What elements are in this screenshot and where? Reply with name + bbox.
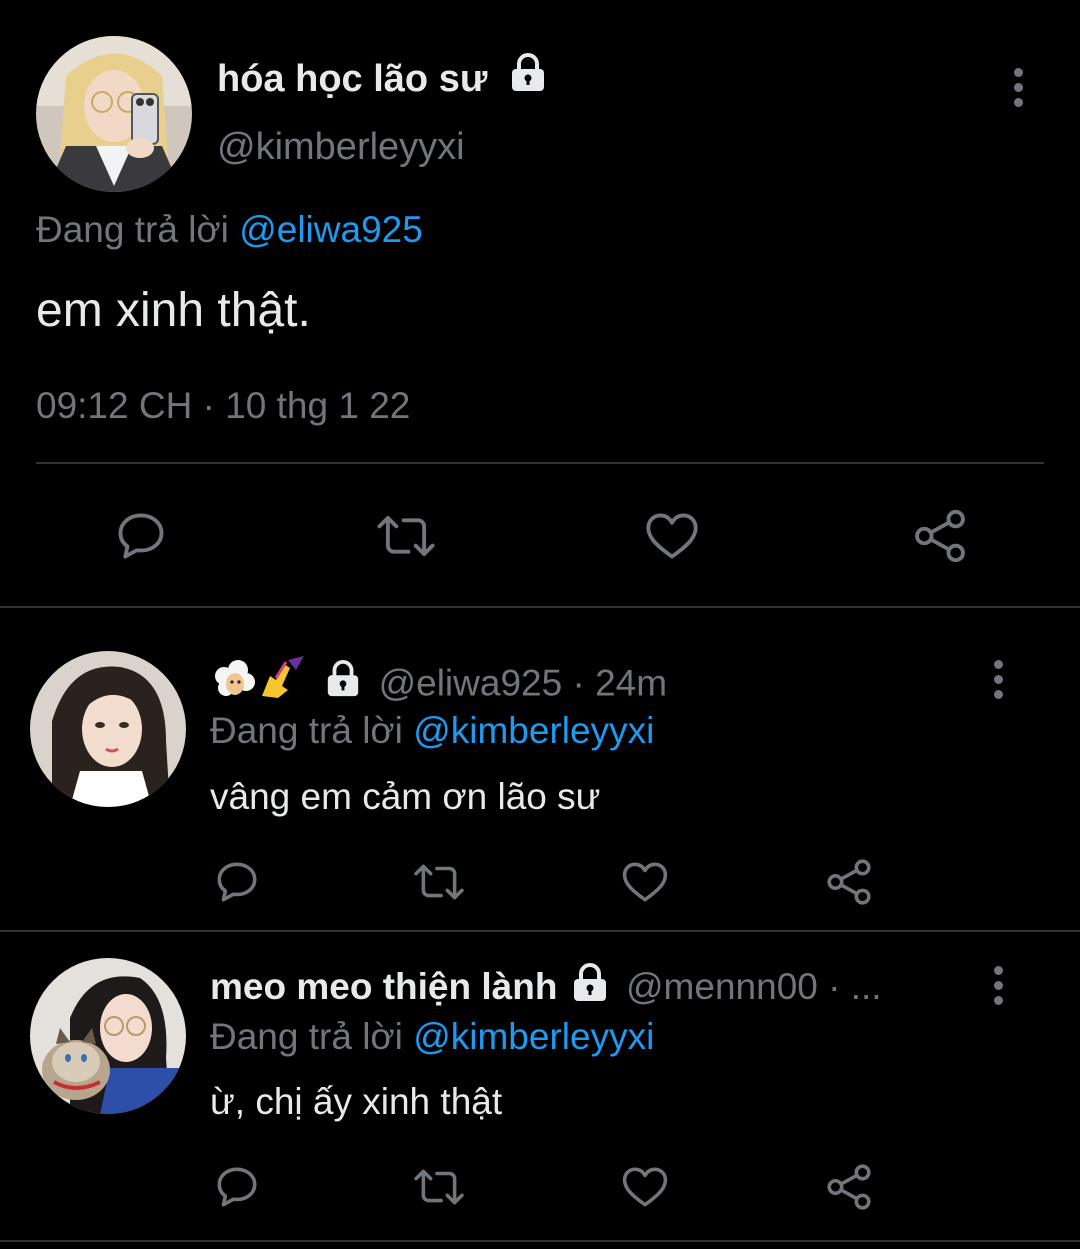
more-vertical-icon[interactable]: [992, 660, 1004, 705]
separator: ·: [828, 966, 841, 1007]
tweet-timestamp[interactable]: 09:12 CH · 10 thg 1 22: [36, 380, 410, 432]
retweet-button[interactable]: [410, 855, 468, 909]
display-name: hóa học lão sư: [217, 58, 488, 100]
share-button[interactable]: [908, 505, 972, 567]
reply-time[interactable]: 24m: [595, 662, 667, 703]
replying-to-prefix: Đang trả lời: [210, 710, 403, 751]
replying-to: Đang trả lời @kimberleyyxi: [210, 1012, 654, 1062]
divider: [0, 1240, 1080, 1242]
divider: [0, 930, 1080, 932]
reply-icon: [217, 1167, 257, 1207]
share-button[interactable]: [822, 855, 876, 909]
replying-to-mention[interactable]: @kimberleyyxi: [413, 1016, 654, 1057]
heart-icon: [622, 1167, 668, 1207]
retweet-icon: [414, 1169, 464, 1205]
replying-to-prefix: Đang trả lời: [36, 209, 229, 250]
avatar-image: [30, 958, 186, 1114]
avatar-image: [36, 36, 192, 192]
heart-icon: [622, 862, 668, 902]
more-vertical-icon[interactable]: [992, 966, 1004, 1011]
share-button[interactable]: [822, 1160, 876, 1214]
heart-icon: [646, 513, 698, 559]
main-tweet-handle[interactable]: @kimberleyyxi: [217, 120, 465, 174]
reply-icon: [217, 862, 257, 902]
reply-avatar[interactable]: [30, 651, 186, 807]
share-icon: [827, 1164, 871, 1210]
display-name[interactable]: meo meo thiện lành: [210, 966, 557, 1007]
like-button[interactable]: [618, 855, 672, 909]
like-button[interactable]: [640, 505, 704, 567]
divider: [0, 606, 1080, 608]
replying-to: Đang trả lời @eliwa925: [36, 205, 423, 255]
reply-time[interactable]: ...: [851, 966, 882, 1007]
main-tweet-avatar[interactable]: [36, 36, 192, 192]
retweet-button[interactable]: [410, 1160, 468, 1214]
reply-header: meo meo thiện lành @mennn00 · ...: [210, 962, 882, 1016]
sheep-hand-emoji-icon: [215, 656, 304, 698]
main-tweet-author-name[interactable]: hóa học lão sư: [217, 52, 548, 108]
share-icon: [915, 509, 965, 563]
reply-icon: [118, 513, 164, 559]
reply-handle[interactable]: @eliwa925: [379, 662, 563, 703]
replying-to: Đang trả lời @kimberleyyxi: [210, 706, 654, 756]
reply-text: ừ, chị ấy xinh thật: [210, 1081, 503, 1122]
replying-to-prefix: Đang trả lời: [210, 1016, 403, 1057]
reply-avatar[interactable]: [30, 958, 186, 1114]
replying-to-mention[interactable]: @eliwa925: [239, 209, 423, 250]
reply-handle[interactable]: @mennn00: [626, 966, 818, 1007]
lock-icon: [570, 962, 610, 1016]
more-vertical-icon[interactable]: [1012, 68, 1024, 113]
reply-button[interactable]: [110, 505, 172, 567]
avatar-image: [30, 651, 186, 807]
divider: [36, 462, 1044, 464]
retweet-button[interactable]: [373, 505, 439, 567]
reply-button[interactable]: [210, 1160, 264, 1214]
reply-text: vâng em cảm ơn lão sư: [210, 776, 601, 817]
retweet-icon: [377, 515, 435, 557]
lock-icon: [324, 660, 362, 711]
lock-icon: [508, 53, 548, 108]
like-button[interactable]: [618, 1160, 672, 1214]
replying-to-mention[interactable]: @kimberleyyxi: [413, 710, 654, 751]
retweet-icon: [414, 864, 464, 900]
share-icon: [827, 859, 871, 905]
tweet-text: em xinh thật.: [36, 284, 311, 337]
reply-button[interactable]: [210, 855, 264, 909]
separator: ·: [572, 662, 585, 704]
